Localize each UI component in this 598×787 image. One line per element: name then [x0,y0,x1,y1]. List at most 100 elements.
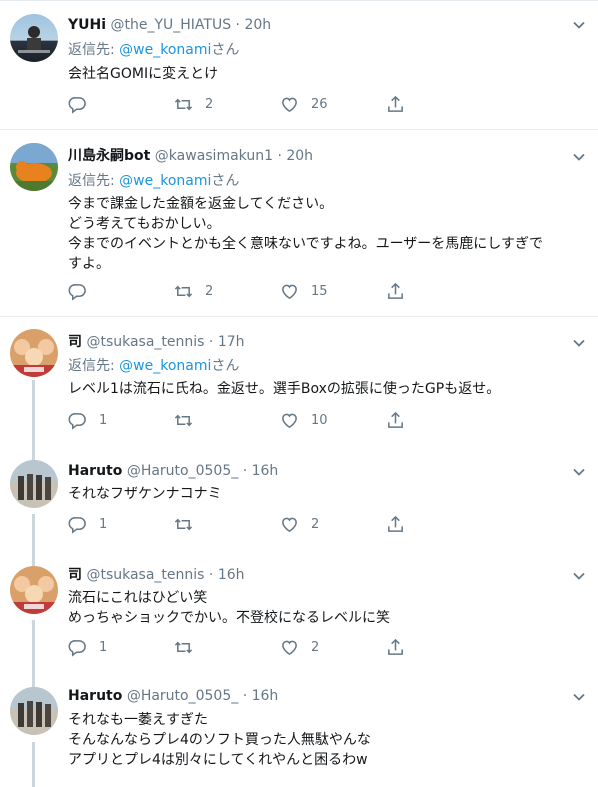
like-count: 2 [311,517,320,532]
reply-mention[interactable]: @we_konami [119,42,211,58]
reply-button[interactable] [68,282,99,301]
separator-dot: · [277,148,282,164]
username[interactable]: @Haruto_0505_ [127,463,238,479]
username[interactable]: @tsukasa_tennis [86,567,204,583]
like-button[interactable]: 26 [280,95,328,114]
tweet-header: 川島永嗣bot @kawasimakun1 · 20h [68,147,313,165]
avatar-image [18,26,50,53]
like-count: 26 [311,97,328,112]
reply-icon [68,97,86,114]
separator-dot: · [242,463,248,479]
timestamp[interactable]: 20h [244,17,271,33]
share-icon [388,282,403,299]
share-icon [388,638,403,655]
display-name[interactable]: YUHi [68,17,106,33]
heart-icon [282,97,297,113]
tweet[interactable]: Haruto @Haruto_0505_ · 16h それなも一萎えすぎた そん… [0,682,598,787]
reply-mention[interactable]: @we_konami [119,173,211,189]
action-bar: 1 10 [68,411,588,431]
reply-count: 1 [99,640,108,655]
chevron-down-icon[interactable] [572,336,586,350]
tweet[interactable]: 司 @tsukasa_tennis · 17h 返信先: @we_konamiさ… [0,317,598,447]
reply-context: 返信先: @we_konamiさん [68,172,239,190]
like-button[interactable]: 10 [280,411,328,430]
reply-button[interactable] [68,95,99,114]
reply-icon [68,413,86,430]
display-name[interactable]: Haruto [68,688,122,704]
reply-button[interactable]: 1 [68,638,107,657]
avatar[interactable] [10,14,58,62]
username[interactable]: @kawasimakun1 [155,148,273,164]
username[interactable]: @the_YU_HIATUS [110,17,231,33]
timestamp[interactable]: 20h [286,148,313,164]
tweet[interactable]: Haruto @Haruto_0505_ · 16h それなフザケンナコナミ 1… [0,447,598,559]
reply-suffix: さん [211,42,240,58]
display-name[interactable]: 司 [68,567,82,583]
avatar[interactable] [10,329,58,377]
retweet-icon [174,518,193,531]
separator-dot: · [235,17,240,33]
tweet-text: それなフザケンナコナミ [68,486,222,502]
chevron-down-icon[interactable] [572,690,586,704]
chevron-down-icon[interactable] [572,18,586,32]
like-button[interactable]: 2 [280,638,319,657]
share-button[interactable] [386,411,405,430]
display-name[interactable]: Haruto [68,463,122,479]
reply-button[interactable]: 1 [68,411,107,430]
avatar[interactable] [10,566,58,614]
share-button[interactable] [386,515,405,534]
share-button[interactable] [386,282,405,301]
share-button[interactable] [386,638,405,657]
action-bar: 2 15 [68,282,588,302]
heart-icon [282,284,297,300]
avatar[interactable] [10,687,58,735]
tweet-header: 司 @tsukasa_tennis · 16h [68,566,245,584]
display-name[interactable]: 川島永嗣bot [68,148,150,164]
retweet-button[interactable] [174,638,205,657]
username[interactable]: @tsukasa_tennis [86,334,204,350]
timestamp[interactable]: 16h [252,463,279,479]
retweet-button[interactable] [174,411,205,430]
chevron-down-icon[interactable] [572,569,586,583]
reply-count: 1 [99,517,108,532]
avatar-image [10,460,58,500]
avatar[interactable] [10,143,58,191]
avatar-image [10,576,58,614]
share-button[interactable] [386,95,405,114]
reply-count: 1 [99,413,108,428]
like-button[interactable]: 2 [280,515,319,534]
chevron-down-icon[interactable] [572,465,586,479]
tweet[interactable]: YUHi @the_YU_HIATUS · 20h 返信先: @we_konam… [0,0,598,129]
chevron-down-icon[interactable] [572,150,586,164]
reply-mention[interactable]: @we_konami [119,358,211,374]
retweet-icon [174,641,193,654]
heart-icon [282,413,297,429]
tweet[interactable]: 川島永嗣bot @kawasimakun1 · 20h 返信先: @we_kon… [0,130,598,316]
retweet-button[interactable] [174,515,205,534]
heart-icon [282,517,297,533]
tweet-header: YUHi @the_YU_HIATUS · 20h [68,16,271,34]
timestamp[interactable]: 17h [218,334,245,350]
avatar-image [10,143,58,191]
retweet-button[interactable]: 2 [174,282,213,301]
username[interactable]: @Haruto_0505_ [127,688,238,704]
reply-suffix: さん [211,173,240,189]
share-icon [388,411,403,428]
reply-icon [68,517,86,534]
tweet-text: レベル1は流石に氏ね。金返せ。選手Boxの拡張に使ったGPも返せ。 [68,381,501,397]
tweet[interactable]: 司 @tsukasa_tennis · 16h 流石にこれはひどい笑 めっちゃシ… [0,559,598,682]
retweet-icon [174,98,193,111]
like-button[interactable]: 15 [280,282,328,301]
avatar[interactable] [10,460,58,508]
display-name[interactable]: 司 [68,334,82,350]
reply-button[interactable]: 1 [68,515,107,534]
tweet-header: 司 @tsukasa_tennis · 17h [68,333,245,351]
timestamp[interactable]: 16h [252,688,279,704]
avatar-image [10,687,58,727]
timestamp[interactable]: 16h [218,567,245,583]
heart-icon [282,640,297,656]
separator-dot: · [242,688,248,704]
reply-icon [68,284,86,301]
like-count: 2 [311,640,320,655]
retweet-button[interactable]: 2 [174,95,213,114]
